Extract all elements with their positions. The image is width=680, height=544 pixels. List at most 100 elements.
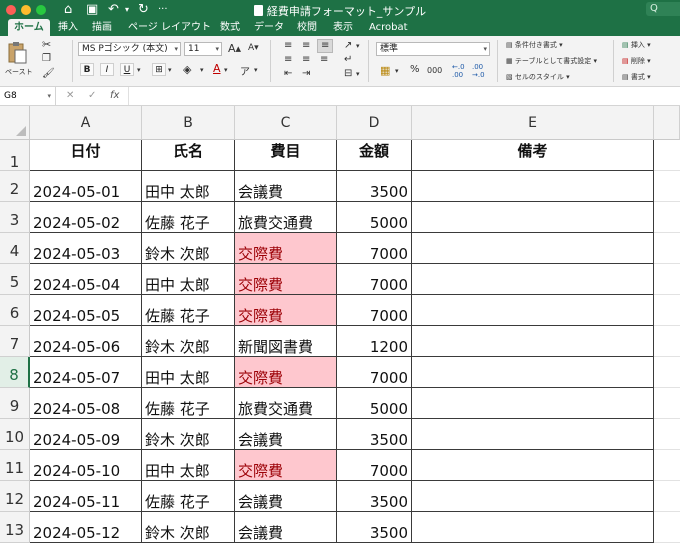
cell-note[interactable] — [412, 388, 654, 419]
cell-amount[interactable]: 3500 — [337, 481, 412, 512]
cell-empty[interactable] — [654, 512, 680, 543]
row-header-5[interactable]: 5 — [0, 264, 30, 295]
cell-empty[interactable] — [654, 326, 680, 357]
cell-category[interactable]: 会議費 — [235, 481, 337, 512]
increase-decimal-icon[interactable]: ←.0.00 — [452, 63, 465, 79]
format-button[interactable]: ▤ 書式 ▾ — [622, 72, 651, 82]
cell-styles-button[interactable]: ▧ セルのスタイル ▾ — [506, 72, 570, 82]
delete-button[interactable]: ▤ 削除 ▾ — [622, 56, 651, 66]
tab-data[interactable]: データ — [254, 19, 284, 36]
cell-category[interactable]: 旅費交通費 — [235, 388, 337, 419]
number-format-select[interactable]: 標準 ▾ — [376, 42, 490, 56]
merge-center-icon[interactable]: ⊟ — [344, 68, 352, 79]
cell-category[interactable]: 交際費 — [235, 450, 337, 481]
comma-style-button[interactable]: 000 — [427, 66, 442, 75]
cell-amount[interactable]: 1200 — [337, 326, 412, 357]
column-header-b[interactable]: B — [142, 106, 235, 140]
cell-empty[interactable] — [654, 481, 680, 512]
header-cell-date[interactable]: 日付 — [30, 140, 142, 171]
cell-date[interactable]: 2024-05-02 — [30, 202, 142, 233]
currency-icon[interactable]: ▦ — [380, 64, 390, 77]
name-box[interactable]: G8 ▾ — [0, 87, 56, 105]
font-color-button[interactable]: A — [213, 62, 221, 75]
cell-empty[interactable] — [654, 140, 680, 171]
cell-category[interactable]: 会議費 — [235, 419, 337, 450]
cell-category[interactable]: 新聞図書費 — [235, 326, 337, 357]
font-size-select[interactable]: 11 ▾ — [184, 42, 222, 56]
wrap-text-icon[interactable]: ↵ — [344, 54, 352, 65]
cell-category[interactable]: 会議費 — [235, 512, 337, 543]
phonetic-icon[interactable]: ア — [240, 63, 250, 78]
header-cell-name[interactable]: 氏名 — [142, 140, 235, 171]
cell-empty[interactable] — [654, 264, 680, 295]
cell-date[interactable]: 2024-05-12 — [30, 512, 142, 543]
row-header-1[interactable]: 1 — [0, 140, 30, 171]
header-cell-category[interactable]: 費目 — [235, 140, 337, 171]
cell-amount[interactable]: 7000 — [337, 450, 412, 481]
decrease-decimal-icon[interactable]: .00 →.0 — [472, 63, 485, 79]
percent-button[interactable]: % — [410, 64, 420, 75]
cell-name[interactable]: 鈴木 次郎 — [142, 233, 235, 264]
search-box[interactable]: Q — [646, 2, 680, 16]
chevron-down-icon[interactable]: ▾ — [200, 66, 204, 74]
cell-empty[interactable] — [654, 202, 680, 233]
cell-note[interactable] — [412, 295, 654, 326]
cell-note[interactable] — [412, 202, 654, 233]
cell-amount[interactable]: 3500 — [337, 512, 412, 543]
cell-empty[interactable] — [654, 233, 680, 264]
cell-empty[interactable] — [654, 357, 680, 388]
cell-note[interactable] — [412, 357, 654, 388]
cell-empty[interactable] — [654, 419, 680, 450]
tab-formulas[interactable]: 数式 — [220, 19, 240, 36]
cell-category[interactable]: 交際費 — [235, 357, 337, 388]
cell-empty[interactable] — [654, 295, 680, 326]
cell-date[interactable]: 2024-05-11 — [30, 481, 142, 512]
conditional-format-button[interactable]: ▤ 条件付き書式 ▾ — [506, 40, 563, 50]
row-header-3[interactable]: 3 — [0, 202, 30, 233]
enter-icon[interactable]: ✓ — [88, 87, 96, 105]
align-center-icon[interactable]: ≡ — [302, 54, 310, 65]
paste-button[interactable] — [6, 40, 28, 64]
cell-date[interactable]: 2024-05-04 — [30, 264, 142, 295]
align-middle-icon[interactable]: ≡ — [302, 40, 310, 51]
format-as-table-button[interactable]: ▦ テーブルとして書式設定 ▾ — [506, 56, 597, 66]
row-header-9[interactable]: 9 — [0, 388, 30, 419]
cell-amount[interactable]: 5000 — [337, 388, 412, 419]
cell-name[interactable]: 佐藤 花子 — [142, 388, 235, 419]
row-header-7[interactable]: 7 — [0, 326, 30, 357]
row-header-2[interactable]: 2 — [0, 171, 30, 202]
increase-indent-icon[interactable]: ⇥ — [302, 68, 310, 79]
cell-note[interactable] — [412, 512, 654, 543]
cell-name[interactable]: 佐藤 花子 — [142, 481, 235, 512]
row-header-4[interactable]: 4 — [0, 233, 30, 264]
column-header-e[interactable]: E — [412, 106, 654, 140]
cell-amount[interactable]: 7000 — [337, 357, 412, 388]
chevron-down-icon[interactable]: ▾ — [137, 66, 141, 74]
row-header-12[interactable]: 12 — [0, 481, 30, 512]
cell-name[interactable]: 鈴木 次郎 — [142, 419, 235, 450]
formula-input[interactable] — [128, 87, 680, 105]
cell-name[interactable]: 鈴木 次郎 — [142, 512, 235, 543]
underline-button[interactable]: U — [120, 63, 134, 76]
fx-icon[interactable]: fx — [110, 87, 119, 105]
tab-insert[interactable]: 挿入 — [58, 19, 78, 36]
cell-empty[interactable] — [654, 388, 680, 419]
cell-name[interactable]: 田中 太郎 — [142, 450, 235, 481]
fill-color-icon[interactable]: ◈ — [183, 63, 191, 76]
tab-review[interactable]: 校閲 — [297, 19, 317, 36]
cell-note[interactable] — [412, 450, 654, 481]
cell-name[interactable]: 佐藤 花子 — [142, 202, 235, 233]
font-name-select[interactable]: MS Pゴシック (本文) ▾ — [78, 42, 181, 56]
cell-name[interactable]: 田中 太郎 — [142, 171, 235, 202]
select-all-button[interactable] — [0, 106, 30, 140]
column-header-a[interactable]: A — [30, 106, 142, 140]
chevron-down-icon[interactable]: ▾ — [356, 70, 360, 78]
cell-note[interactable] — [412, 326, 654, 357]
cell-date[interactable]: 2024-05-10 — [30, 450, 142, 481]
cell-note[interactable] — [412, 419, 654, 450]
column-header-c[interactable]: C — [235, 106, 337, 140]
tab-page-layout[interactable]: ページ レイアウト — [128, 19, 211, 36]
cut-icon[interactable]: ✂ — [42, 38, 51, 51]
borders-button[interactable]: ⊞ — [152, 63, 166, 76]
align-bottom-button[interactable]: ≡ — [317, 39, 333, 53]
